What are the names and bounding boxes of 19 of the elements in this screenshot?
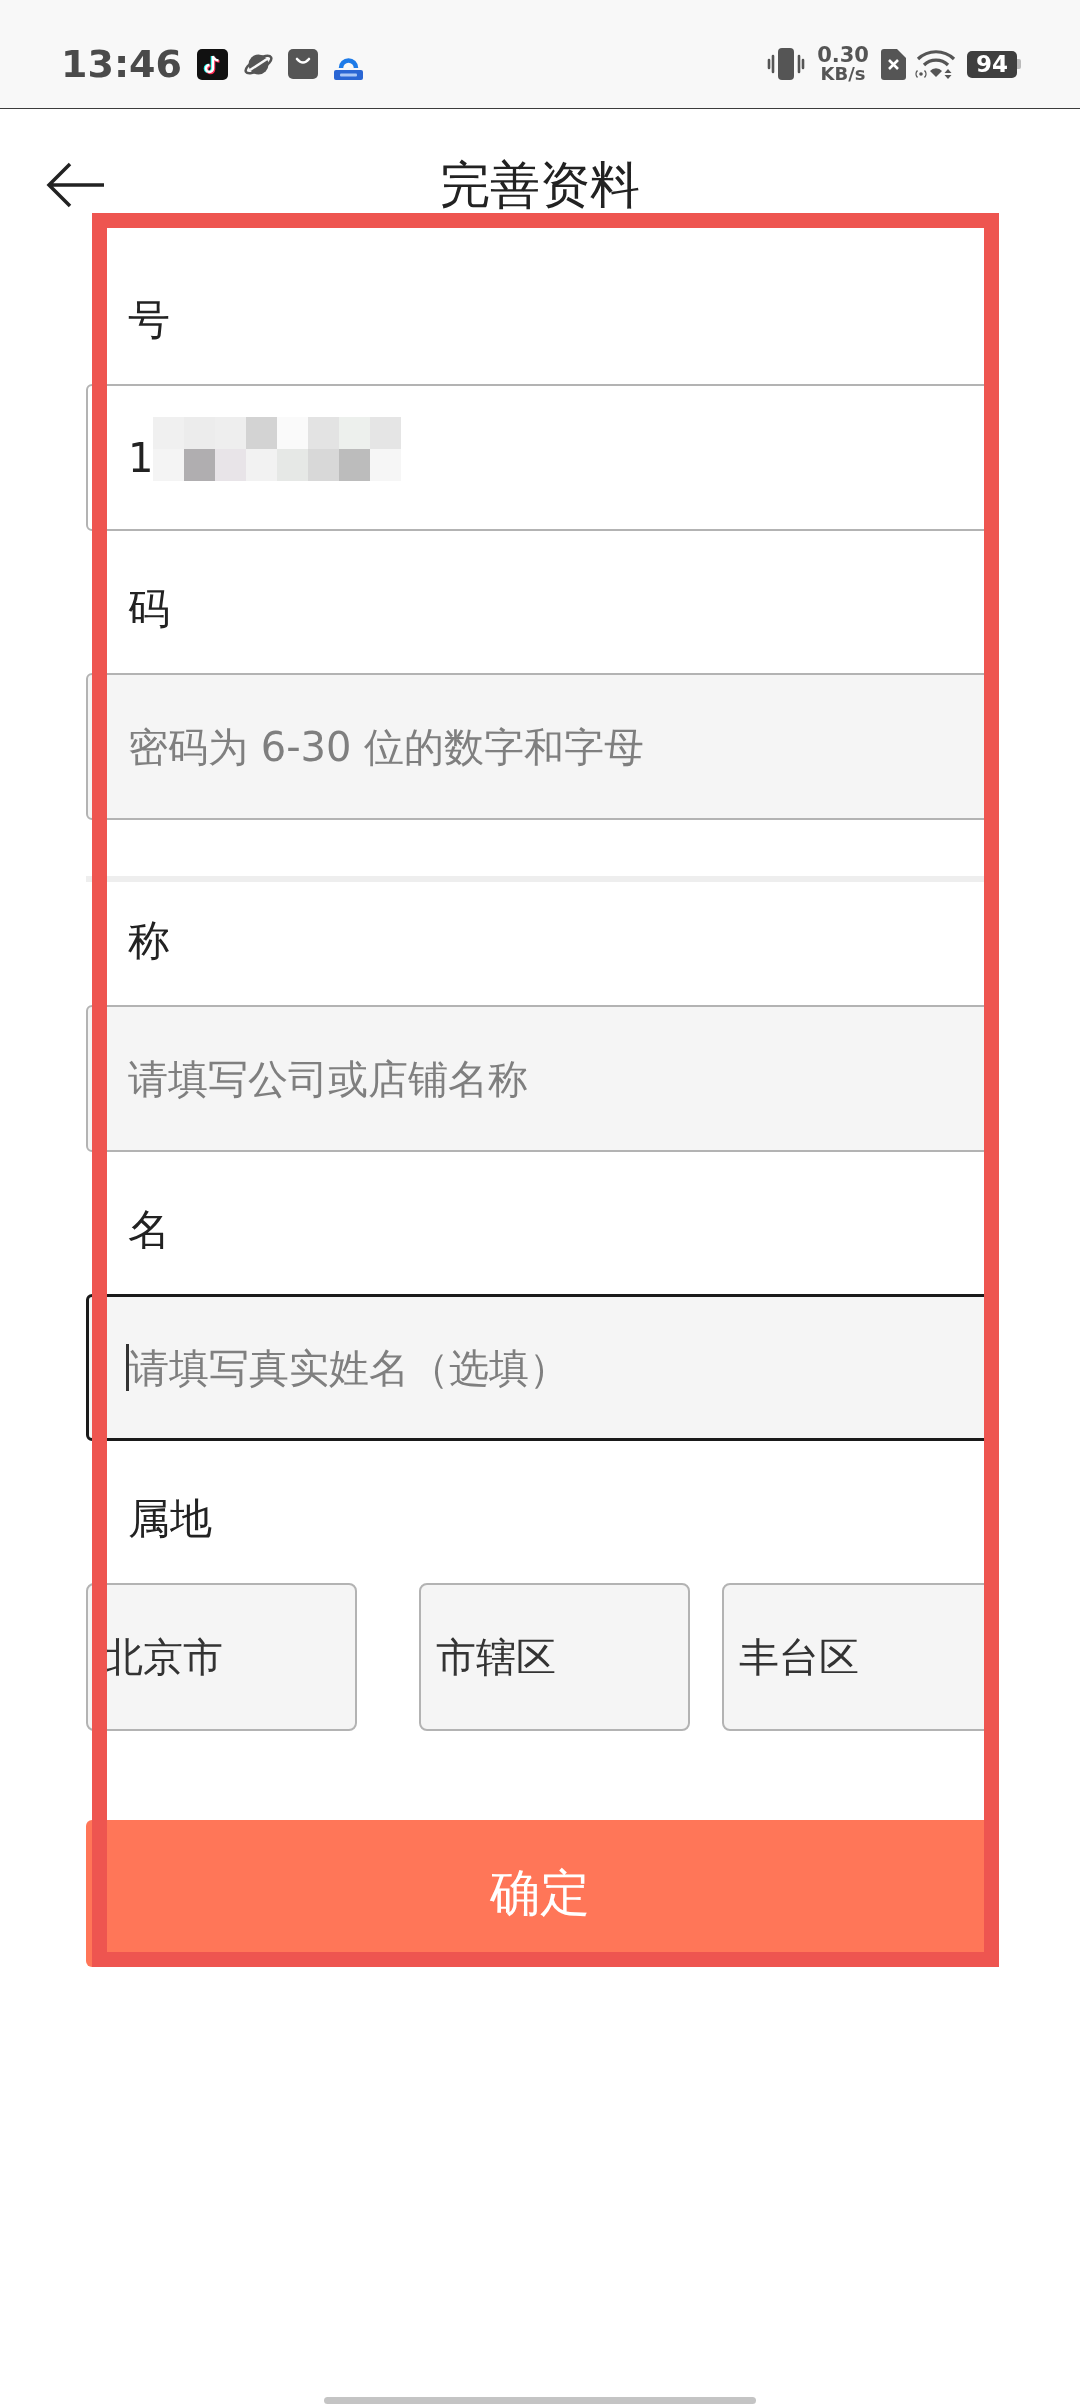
back-button[interactable] (45, 162, 105, 208)
page-title: 完善资料 (440, 160, 640, 210)
field-label: 属地 (128, 1493, 212, 1545)
field-label: 码 (128, 583, 170, 635)
clock-time: 13:46 (61, 45, 182, 83)
arrow-left-icon (45, 162, 105, 208)
select-field[interactable]: 市辖区 (419, 1583, 690, 1731)
music-note-icon (196, 48, 228, 80)
field-label: 号 (128, 294, 170, 346)
field-label: 名 (128, 1204, 170, 1256)
shopping-bag-icon (287, 49, 318, 79)
network-speed-value: 0.30 (817, 45, 869, 65)
network-speed-unit: KB/s (820, 64, 866, 83)
wifi-icon (915, 49, 957, 79)
text-cursor-icon (126, 1344, 129, 1391)
select-field[interactable]: 北京市 (86, 1583, 357, 1731)
battery-indicator: 94 (967, 50, 1021, 78)
field-label: 称 (128, 915, 170, 967)
no-sim-icon (881, 48, 906, 80)
